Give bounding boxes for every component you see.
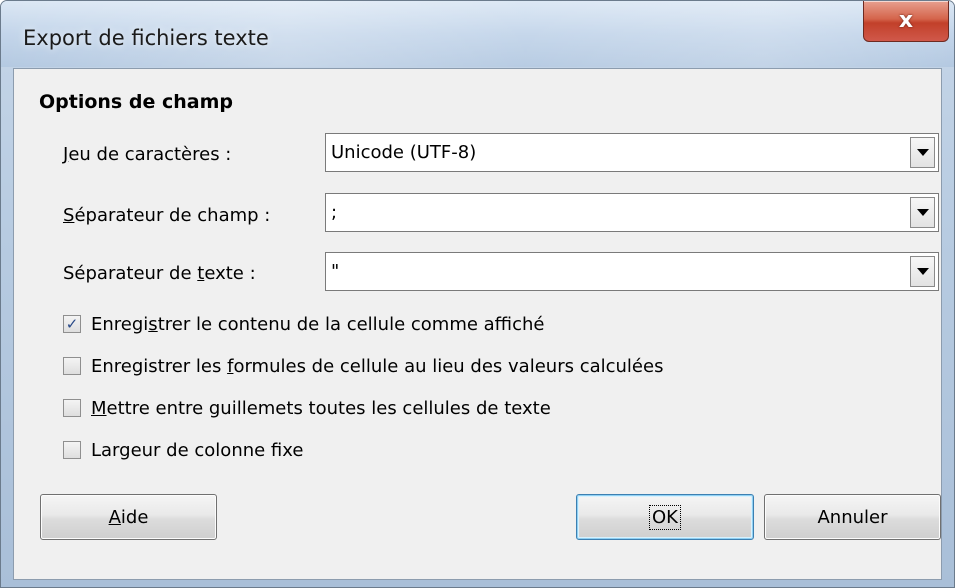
chevron-down-icon[interactable] <box>910 137 935 168</box>
option-label: Mettre entre guillemets toutes les cellu… <box>91 397 551 419</box>
field-separator-select[interactable]: ; <box>325 193 939 232</box>
help-button[interactable]: Aide <box>40 494 217 540</box>
text-separator-label: Séparateur de texte : <box>63 263 256 284</box>
checkbox-save-as-shown[interactable]: ✓ <box>63 315 81 333</box>
close-icon: x <box>898 8 914 33</box>
option-label: Enregistrer les formules de cellule au l… <box>91 355 664 377</box>
chevron-down-icon[interactable] <box>910 197 935 228</box>
field-separator-label: Séparateur de champ : <box>63 205 271 226</box>
section-title: Options de champ <box>39 91 233 113</box>
checkbox-fixed-width[interactable] <box>63 441 81 459</box>
field-separator-value: ; <box>331 202 338 223</box>
dialog-window: Export de fichiers texte x Options de ch… <box>0 0 955 588</box>
option-save-as-shown[interactable]: ✓ Enregistrer le contenu de la cellule c… <box>63 311 544 337</box>
charset-value: Unicode (UTF-8) <box>331 142 477 163</box>
help-button-label: Aide <box>108 506 149 528</box>
charset-select[interactable]: Unicode (UTF-8) <box>325 133 939 172</box>
title-bar[interactable]: Export de fichiers texte x <box>1 1 954 67</box>
option-quote-all-text[interactable]: Mettre entre guillemets toutes les cellu… <box>63 395 551 421</box>
window-title: Export de fichiers texte <box>23 26 269 50</box>
option-label: Enregistrer le contenu de la cellule com… <box>91 313 545 335</box>
check-icon: ✓ <box>65 314 79 333</box>
dialog-content: Options de champ Jeu de caractères : Uni… <box>13 68 942 580</box>
checkbox-save-formulas[interactable] <box>63 357 81 375</box>
ok-button-label: OK <box>649 504 681 530</box>
ok-button[interactable]: OK <box>576 494 754 540</box>
cancel-button-label: Annuler <box>817 506 888 528</box>
text-separator-select[interactable]: " <box>325 252 939 291</box>
chevron-down-icon[interactable] <box>910 256 935 287</box>
option-save-formulas[interactable]: Enregistrer les formules de cellule au l… <box>63 353 663 379</box>
text-separator-value: " <box>331 261 340 282</box>
option-fixed-width[interactable]: Largeur de colonne fixe <box>63 437 303 463</box>
option-label: Largeur de colonne fixe <box>91 439 304 461</box>
cancel-button[interactable]: Annuler <box>764 494 941 540</box>
checkbox-quote-all-text[interactable] <box>63 399 81 417</box>
close-button[interactable]: x <box>863 1 949 42</box>
charset-label: Jeu de caractères : <box>63 144 232 165</box>
